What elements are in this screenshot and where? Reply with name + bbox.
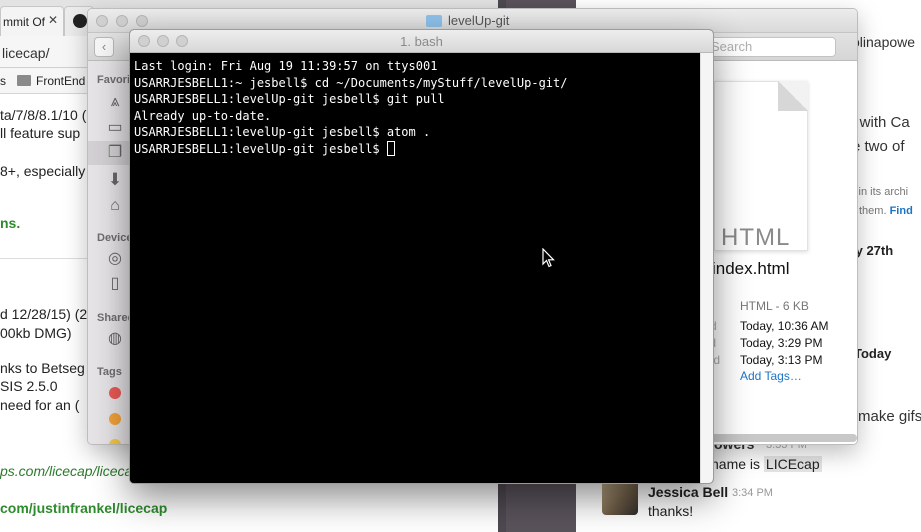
- tag-yellow-icon[interactable]: [109, 439, 121, 444]
- tag-orange-icon[interactable]: [109, 413, 121, 425]
- highlighted-word: LICEcap: [763, 456, 822, 472]
- html-file-icon: HTML: [714, 81, 808, 251]
- documents-icon[interactable]: ❐: [106, 144, 124, 162]
- terminal-window: 1. bash Last login: Fri Aug 19 11:39:57 …: [129, 29, 714, 484]
- page-text: ll feature sup: [0, 125, 81, 141]
- avatar[interactable]: [602, 479, 638, 515]
- browser-tab-title: mmit Of: [3, 15, 45, 29]
- terminal-line: Already up-to-date.: [134, 108, 272, 123]
- terminal-line: Last login: Fri Aug 19 11:39:57 on ttys0…: [134, 59, 438, 73]
- page-text: 00kb DMG): [0, 325, 72, 341]
- home-icon[interactable]: ⌂: [106, 197, 124, 215]
- url-text: licecap/: [2, 45, 50, 61]
- vertical-scrollbar[interactable]: [700, 53, 713, 483]
- minimize-button[interactable]: [116, 15, 128, 27]
- terminal-line: USARRJESBELL1:~ jesbell$ cd ~/Documents/…: [134, 75, 568, 90]
- message-time: 3:34 PM: [732, 487, 773, 499]
- finder-sidebar: Favorit ⩓ ▭ ❐ ⬇ ⌂ Device ◎ ▯ Shared ◍ Ta…: [88, 61, 134, 444]
- page-link[interactable]: com/justinfrankel/licecap: [0, 500, 167, 516]
- drive-icon[interactable]: ▯: [106, 275, 124, 293]
- page-text: ta/7/8/8.1/10 (: [0, 107, 87, 123]
- page-link[interactable]: ns.: [0, 215, 20, 231]
- file-kind-size: HTML - 6 KB: [740, 299, 809, 313]
- page-text: d 12/28/15) (2: [0, 306, 88, 322]
- back-button[interactable]: ‹: [94, 37, 114, 57]
- terminal-line: USARRJESBELL1:levelUp-git jesbell$ atom …: [134, 125, 431, 140]
- mouse-pointer-icon: [542, 248, 555, 268]
- bookmark-item[interactable]: s: [0, 74, 6, 88]
- terminal-prompt: USARRJESBELL1:levelUp-git jesbell$: [134, 141, 387, 156]
- page-text: 8+, especially v: [0, 163, 97, 179]
- terminal-titlebar[interactable]: 1. bash: [130, 30, 713, 53]
- message-text: thanks!: [648, 503, 694, 519]
- network-icon[interactable]: ◍: [106, 330, 124, 348]
- message-text: s in its archi: [850, 186, 909, 198]
- page-text: nks to Betseg: [0, 360, 85, 376]
- window-title: 1. bash: [400, 34, 443, 49]
- message-text: name is LICEcap: [711, 456, 822, 472]
- terminal-output[interactable]: Last login: Fri Aug 19 11:39:57 on ttys0…: [130, 53, 700, 483]
- folder-icon: [426, 15, 442, 27]
- add-tags-link[interactable]: Add Tags…: [740, 369, 802, 383]
- applications-icon[interactable]: ⩓: [106, 93, 124, 111]
- find-link[interactable]: Find: [890, 205, 913, 217]
- github-icon: [73, 14, 87, 28]
- sidebar-heading-devices: Device: [97, 232, 133, 244]
- desktop: mmit Of ✕ licecap/ s FrontEnd ta/7/8/8.1…: [0, 0, 921, 532]
- desktop-icon[interactable]: ▭: [106, 119, 124, 137]
- bookmark-folder-frontend[interactable]: FrontEnd: [36, 74, 85, 88]
- text-cursor: [386, 140, 395, 156]
- window-title: levelUp-git: [448, 13, 510, 28]
- user-name: olinapowe: [852, 34, 916, 50]
- tag-red-icon[interactable]: [109, 387, 121, 399]
- downloads-icon[interactable]: ⬇: [106, 171, 124, 189]
- message-sender[interactable]: Jessica Bell: [648, 484, 728, 500]
- terminal-line: USARRJESBELL1:levelUp-git jesbell$ git p…: [134, 92, 445, 107]
- folder-icon: [17, 75, 31, 86]
- terminal-prompt-line: USARRJESBELL1:levelUp-git jesbell$: [134, 140, 696, 158]
- message-text: them. Find: [859, 205, 913, 217]
- horizontal-scrollbar[interactable]: [699, 434, 857, 442]
- file-type-label: HTML: [721, 224, 791, 251]
- zoom-button[interactable]: [136, 15, 148, 27]
- close-icon[interactable]: ✕: [48, 13, 58, 27]
- sidebar-heading-tags: Tags: [97, 366, 122, 378]
- meta-created: Today, 10:36 AM: [740, 319, 829, 333]
- page-link[interactable]: ps.com/licecap/licecap: [0, 463, 140, 479]
- meta-opened: Today, 3:13 PM: [740, 353, 823, 367]
- page-text: need for an (: [0, 397, 80, 413]
- date-divider: ly 27th: [852, 243, 894, 258]
- page-text: SIS 2.5.0: [0, 378, 58, 394]
- close-button[interactable]: [96, 15, 108, 27]
- message-text: e two of: [852, 138, 905, 155]
- preview-pane: HTML index.html HTML - 6 KB ted Today, 1…: [699, 61, 857, 444]
- date-divider: Today: [854, 346, 892, 361]
- message-text: make gifs: [858, 408, 921, 425]
- file-name: index.html: [712, 259, 790, 278]
- divider: [0, 258, 90, 259]
- disc-icon[interactable]: ◎: [106, 250, 124, 268]
- meta-modified: Today, 3:29 PM: [740, 336, 823, 350]
